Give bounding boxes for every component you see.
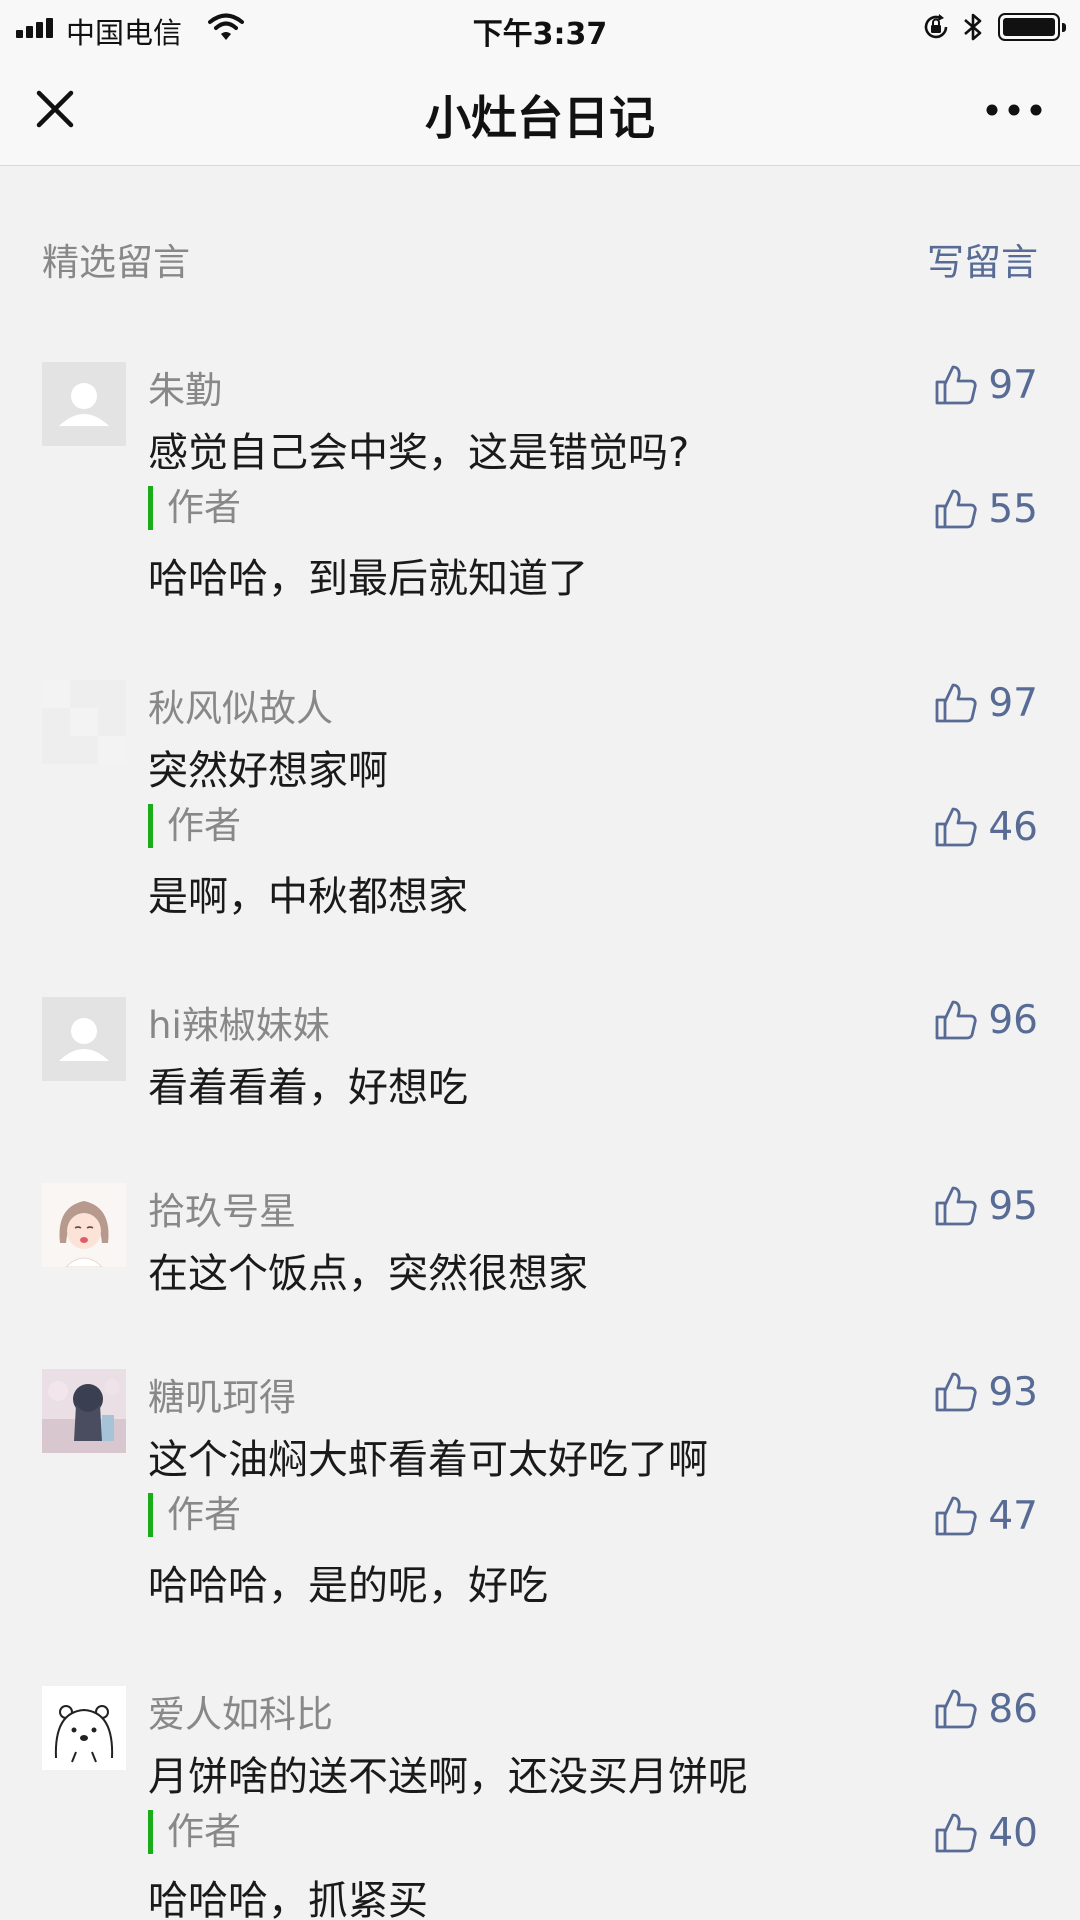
like-count: 55 bbox=[988, 486, 1038, 532]
comment-text: 这个油焖大虾看着可太好吃了啊 bbox=[148, 1437, 708, 1483]
avatar[interactable] bbox=[42, 1183, 126, 1267]
thumbs-up-icon bbox=[935, 1689, 977, 1729]
write-comment-link[interactable]: 写留言 bbox=[927, 232, 1038, 286]
battery-icon bbox=[998, 13, 1066, 41]
like-button[interactable]: 97 bbox=[934, 678, 1038, 728]
avatar[interactable] bbox=[42, 1686, 126, 1770]
thumbs-up-icon bbox=[935, 1813, 977, 1853]
status-bar: 中国电信 下午3:37 bbox=[0, 0, 1080, 54]
comment-text: 在这个饭点，突然很想家 bbox=[148, 1251, 588, 1297]
comment-nickname: hi辣椒妹妹 bbox=[148, 1004, 330, 1047]
author-reply-label: 作者 bbox=[148, 1493, 241, 1537]
like-count: 40 bbox=[988, 1810, 1038, 1856]
comment-nickname: 糖叽珂得 bbox=[148, 1376, 296, 1419]
comment-text: 看着看着，好想吃 bbox=[148, 1065, 468, 1111]
status-time: 下午3:37 bbox=[472, 17, 608, 52]
thumbs-up-icon bbox=[935, 365, 977, 405]
like-button[interactable]: 95 bbox=[934, 1181, 1038, 1231]
author-reply-label: 作者 bbox=[148, 486, 241, 530]
thumbs-up-icon bbox=[935, 683, 977, 723]
section-title: 精选留言 bbox=[42, 241, 190, 284]
reply-like-button[interactable]: 55 bbox=[934, 484, 1038, 534]
avatar[interactable] bbox=[42, 1369, 126, 1453]
bluetooth-icon bbox=[964, 13, 982, 41]
like-count: 86 bbox=[988, 1686, 1038, 1732]
more-icon[interactable] bbox=[984, 100, 1044, 120]
like-button[interactable]: 86 bbox=[934, 1684, 1038, 1734]
like-count: 47 bbox=[988, 1493, 1038, 1539]
author-reply-label: 作者 bbox=[148, 804, 241, 848]
avatar[interactable] bbox=[42, 997, 126, 1081]
author-reply-text: 哈哈哈，抓紧买 bbox=[148, 1878, 428, 1920]
like-button[interactable]: 93 bbox=[934, 1367, 1038, 1417]
like-count: 97 bbox=[988, 680, 1038, 726]
thumbs-up-icon bbox=[935, 1186, 977, 1226]
avatar[interactable] bbox=[42, 680, 126, 764]
like-count: 96 bbox=[988, 997, 1038, 1043]
like-count: 93 bbox=[988, 1369, 1038, 1415]
like-button[interactable]: 97 bbox=[934, 360, 1038, 410]
comment-text: 感觉自己会中奖，这是错觉吗? bbox=[148, 430, 690, 476]
thumbs-up-icon bbox=[935, 1496, 977, 1536]
nav-bar: 小灶台日记 bbox=[0, 54, 1080, 166]
avatar[interactable] bbox=[42, 362, 126, 446]
author-reply-text: 哈哈哈，到最后就知道了 bbox=[148, 556, 588, 602]
thumbs-up-icon bbox=[935, 1372, 977, 1412]
author-reply-text: 哈哈哈，是的呢，好吃 bbox=[148, 1563, 548, 1609]
thumbs-up-icon bbox=[935, 1000, 977, 1040]
like-button[interactable]: 96 bbox=[934, 995, 1038, 1045]
like-count: 97 bbox=[988, 362, 1038, 408]
comment-text: 月饼啥的送不送啊，还没买月饼呢 bbox=[148, 1754, 748, 1800]
comment-nickname: 拾玖号星 bbox=[148, 1190, 296, 1233]
thumbs-up-icon bbox=[935, 489, 977, 529]
rotation-lock-icon bbox=[924, 14, 948, 39]
reply-like-button[interactable]: 46 bbox=[934, 802, 1038, 852]
thumbs-up-icon bbox=[935, 807, 977, 847]
author-reply-text: 是啊，中秋都想家 bbox=[148, 874, 468, 920]
reply-like-button[interactable]: 47 bbox=[934, 1491, 1038, 1541]
comment-nickname: 秋风似故人 bbox=[148, 687, 333, 730]
like-count: 46 bbox=[988, 804, 1038, 850]
comment-nickname: 朱勤 bbox=[148, 369, 222, 412]
section-header: 精选留言 写留言 bbox=[42, 232, 1038, 284]
comment-text: 突然好想家啊 bbox=[148, 748, 388, 794]
author-reply-label: 作者 bbox=[148, 1810, 241, 1854]
like-count: 95 bbox=[988, 1183, 1038, 1229]
reply-like-button[interactable]: 40 bbox=[934, 1808, 1038, 1858]
page-title: 小灶台日记 bbox=[425, 91, 655, 145]
comment-nickname: 爱人如科比 bbox=[148, 1693, 333, 1736]
